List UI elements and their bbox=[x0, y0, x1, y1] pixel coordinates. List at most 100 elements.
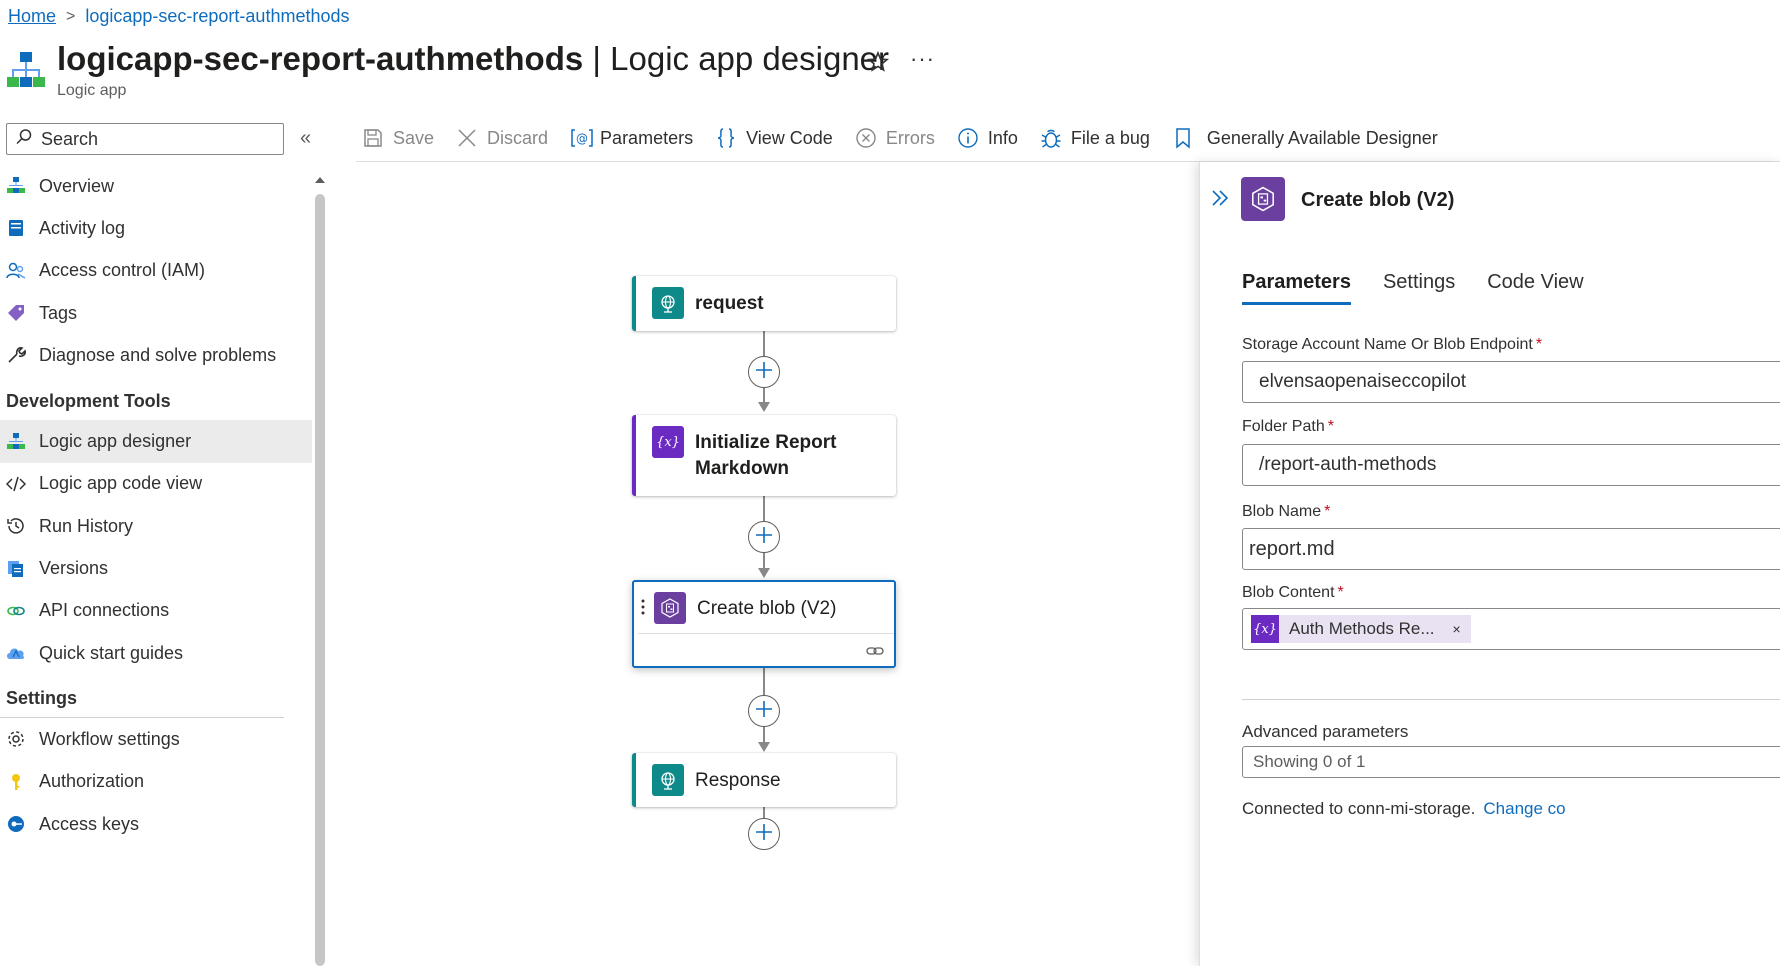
change-connection-link[interactable]: Change co bbox=[1483, 799, 1565, 818]
step-create-blob[interactable]: Create blob (V2) bbox=[632, 580, 896, 668]
sidebar-item-workflow-settings[interactable]: Workflow settings bbox=[0, 718, 312, 760]
sidebar-item-api-connections[interactable]: API connections bbox=[0, 590, 312, 632]
view-code-button[interactable]: View Code bbox=[715, 127, 833, 149]
bookmark-icon bbox=[1172, 127, 1194, 149]
sidebar-item-activity-log[interactable]: Activity log bbox=[0, 207, 312, 249]
ga-designer-button[interactable]: Generally Available Designer bbox=[1172, 127, 1438, 149]
sidebar-item-label: Workflow settings bbox=[39, 728, 180, 749]
sidebar-item-label: Authorization bbox=[39, 771, 145, 792]
breadcrumb: Home > logicapp-sec-report-authmethods bbox=[8, 6, 350, 27]
sidebar-item-access-keys[interactable]: Access keys bbox=[0, 803, 312, 845]
blob-name-field[interactable]: report.md bbox=[1242, 528, 1780, 570]
cloud-icon bbox=[6, 643, 26, 663]
tab-parameters[interactable]: Parameters bbox=[1242, 271, 1351, 305]
sidebar-item-quick-start[interactable]: Quick start guides bbox=[0, 632, 312, 674]
sidebar-item-diagnose[interactable]: Diagnose and solve problems bbox=[0, 334, 312, 376]
panel-divider bbox=[1242, 699, 1780, 700]
search-placeholder: Search bbox=[41, 128, 99, 149]
designer-canvas[interactable]: request {x} Initialize Report Markdown C… bbox=[356, 162, 1199, 966]
info-button[interactable]: Info bbox=[957, 127, 1018, 149]
storage-account-field[interactable]: elvensaopenaiseccopilot bbox=[1242, 361, 1780, 403]
settings-heading: Settings bbox=[0, 674, 284, 719]
sidebar-item-authorization[interactable]: Authorization bbox=[0, 761, 312, 803]
scroll-up-arrow[interactable] bbox=[314, 172, 326, 186]
tab-code-view[interactable]: Code View bbox=[1487, 271, 1583, 305]
step-initialize-report-markdown[interactable]: {x} Initialize Report Markdown bbox=[632, 415, 896, 496]
view-code-label: View Code bbox=[746, 127, 833, 148]
save-button[interactable]: Save bbox=[362, 127, 434, 149]
step-title: request bbox=[695, 293, 764, 314]
discard-button[interactable]: Discard bbox=[456, 127, 548, 149]
sidebar-item-versions[interactable]: Versions bbox=[0, 547, 312, 589]
info-icon bbox=[957, 127, 979, 149]
blob-content-field[interactable]: {x} Auth Methods Re... × bbox=[1242, 608, 1780, 650]
sidebar-item-overview[interactable]: Overview bbox=[0, 165, 312, 207]
ga-designer-label: Generally Available Designer bbox=[1206, 127, 1438, 148]
add-step-button[interactable] bbox=[748, 521, 780, 553]
connection-icon bbox=[6, 601, 26, 621]
tab-settings[interactable]: Settings bbox=[1383, 271, 1455, 305]
file-bug-label: File a bug bbox=[1070, 127, 1150, 148]
link-icon[interactable] bbox=[866, 644, 884, 662]
advanced-parameters-label: Advanced parameters bbox=[1242, 722, 1409, 741]
add-step-button[interactable] bbox=[748, 695, 780, 727]
code-icon bbox=[6, 474, 26, 494]
action-details-panel: Create blob (V2) Parameters Settings Cod… bbox=[1199, 162, 1780, 966]
plus-icon bbox=[754, 822, 774, 847]
sidebar-item-tags[interactable]: Tags bbox=[0, 292, 312, 334]
sidebar-scrollbar-thumb[interactable] bbox=[315, 194, 325, 966]
logic-app-icon bbox=[6, 50, 46, 92]
connection-info: Connected to conn-mi-storage. Change co bbox=[1242, 799, 1566, 819]
collapse-sidebar-button[interactable]: « bbox=[300, 127, 311, 150]
file-bug-button[interactable]: File a bug bbox=[1040, 127, 1150, 149]
add-step-button[interactable] bbox=[748, 356, 780, 388]
discard-label: Discard bbox=[487, 127, 549, 148]
step-request[interactable]: request bbox=[632, 276, 896, 331]
expand-panel-icon[interactable] bbox=[1210, 188, 1230, 214]
parameters-label: Parameters bbox=[600, 127, 694, 148]
variable-icon: {x} bbox=[652, 426, 684, 458]
svg-text:@: @ bbox=[576, 132, 588, 146]
gear-icon bbox=[6, 729, 26, 749]
dynamic-content-token[interactable]: {x} Auth Methods Re... × bbox=[1251, 615, 1471, 643]
search-input[interactable]: Search bbox=[6, 123, 284, 155]
field-label-text: Storage Account Name Or Blob Endpoint bbox=[1242, 336, 1533, 353]
required-marker: * bbox=[1337, 584, 1344, 601]
add-step-button[interactable] bbox=[748, 818, 780, 850]
sidebar-item-iam[interactable]: Access control (IAM) bbox=[0, 250, 312, 292]
page-title: logicapp-sec-report-authmethods | Logic … bbox=[57, 40, 889, 78]
sidebar-item-label: Quick start guides bbox=[39, 642, 184, 663]
errors-button[interactable]: Errors bbox=[855, 127, 935, 149]
field-value: /report-auth-methods bbox=[1259, 454, 1437, 475]
plus-icon bbox=[754, 525, 774, 550]
step-title: Create blob (V2) bbox=[697, 598, 837, 619]
dev-tools-heading: Development Tools bbox=[6, 391, 171, 412]
globe-icon bbox=[652, 287, 684, 319]
drag-handle-icon[interactable] bbox=[641, 598, 645, 616]
breadcrumb-current-link[interactable]: logicapp-sec-report-authmethods bbox=[85, 6, 349, 27]
required-marker: * bbox=[1327, 418, 1334, 435]
sidebar-item-run-history[interactable]: Run History bbox=[0, 505, 312, 547]
sidebar-item-code-view[interactable]: Logic app code view bbox=[0, 463, 312, 505]
parameters-button[interactable]: @ Parameters bbox=[570, 127, 693, 149]
remove-token-button[interactable]: × bbox=[1453, 621, 1461, 637]
dropdown-value: Showing 0 of 1 bbox=[1253, 752, 1366, 771]
designer-toolbar: Save Discard @ Parameters View Code Erro… bbox=[362, 122, 1438, 154]
globe-icon bbox=[652, 764, 684, 796]
token-label: Auth Methods Re... bbox=[1289, 619, 1435, 638]
storage-account-label: Storage Account Name Or Blob Endpoint * bbox=[1242, 336, 1542, 354]
field-label-text: Folder Path bbox=[1242, 418, 1325, 435]
sidebar-item-label: API connections bbox=[39, 600, 170, 621]
folder-path-field[interactable]: /report-auth-methods bbox=[1242, 444, 1780, 486]
errors-label: Errors bbox=[885, 127, 935, 148]
field-value: elvensaopenaiseccopilot bbox=[1259, 371, 1467, 392]
sidebar-item-label: Run History bbox=[39, 515, 134, 536]
breadcrumb-home-link[interactable]: Home bbox=[8, 6, 56, 27]
sidebar-item-label: Tags bbox=[39, 302, 78, 323]
advanced-parameters-dropdown[interactable]: Showing 0 of 1 bbox=[1242, 746, 1780, 778]
star-icon[interactable] bbox=[866, 50, 890, 74]
sidebar-item-logic-app-designer[interactable]: Logic app designer bbox=[0, 420, 312, 463]
step-response[interactable]: Response bbox=[632, 753, 896, 807]
more-options-button[interactable]: ··· bbox=[910, 46, 935, 72]
field-label-text: Blob Name bbox=[1242, 503, 1322, 520]
